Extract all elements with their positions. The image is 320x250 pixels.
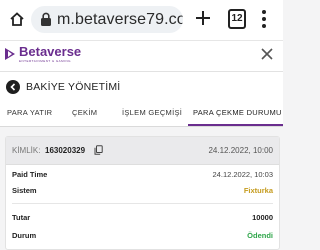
new-tab-icon[interactable] xyxy=(194,9,212,27)
url-text: m.betaverse79.com/t xyxy=(57,11,183,28)
tab-withdraw-status[interactable]: PARA ÇEKME DURUMU xyxy=(193,108,282,117)
id-value: 163020329 xyxy=(45,146,86,155)
site-header: Betaverse ENTERTAINMENT & GAMING xyxy=(0,41,283,72)
home-icon[interactable] xyxy=(9,11,25,27)
chevron-left-icon xyxy=(10,83,16,91)
divider xyxy=(12,203,273,204)
paid-time-value: 24.12.2022, 10:03 xyxy=(212,170,273,179)
withdrawal-card: KİMLİK: 163020329 24.12.2022, 10:00 Paid… xyxy=(5,136,280,250)
browser-toolbar: m.betaverse79.com/t 12 xyxy=(0,0,283,41)
lock-icon xyxy=(41,12,51,26)
system-label: Sistem xyxy=(12,186,37,195)
back-button[interactable] xyxy=(6,80,20,94)
amount-row: Tutar 10000 xyxy=(12,213,273,225)
tab-count: 12 xyxy=(231,13,243,24)
more-options-icon[interactable] xyxy=(261,9,267,29)
tab-transaction-history[interactable]: İŞLEM GEÇMİŞİ xyxy=(122,108,182,117)
address-bar[interactable]: m.betaverse79.com/t xyxy=(31,6,183,33)
id-label: KİMLİK: xyxy=(12,146,41,155)
system-value: Fixturka xyxy=(243,186,273,195)
copy-icon[interactable] xyxy=(94,145,103,155)
paid-time-label: Paid Time xyxy=(12,170,48,179)
close-icon[interactable] xyxy=(261,48,273,60)
logo-mark-icon xyxy=(5,48,15,60)
amount-value: 10000 xyxy=(252,213,273,222)
tab-switcher-button[interactable]: 12 xyxy=(228,9,246,29)
page-title: BAKİYE YÖNETİMİ xyxy=(26,81,121,93)
status-value: Ödendi xyxy=(247,231,273,240)
amount-label: Tutar xyxy=(12,213,31,222)
active-tab-indicator xyxy=(188,124,283,126)
logo-subtitle: ENTERTAINMENT & GAMING xyxy=(19,59,72,63)
system-row: Sistem Fixturka xyxy=(12,186,273,198)
tab-deposit[interactable]: PARA YATIR xyxy=(7,108,52,117)
card-header: KİMLİK: 163020329 24.12.2022, 10:00 xyxy=(6,137,279,165)
tab-withdraw[interactable]: ÇEKİM xyxy=(72,108,97,117)
status-label: Durum xyxy=(12,231,37,240)
status-row: Durum Ödendi xyxy=(12,231,273,243)
tab-strip: PARA YATIR ÇEKİM İŞLEM GEÇMİŞİ PARA ÇEKM… xyxy=(0,102,283,127)
paid-time-row: Paid Time 24.12.2022, 10:03 xyxy=(12,170,273,182)
page-title-bar: BAKİYE YÖNETİMİ xyxy=(0,72,283,102)
logo-text[interactable]: Betaverse xyxy=(19,44,81,59)
created-date: 24.12.2022, 10:00 xyxy=(208,146,273,155)
